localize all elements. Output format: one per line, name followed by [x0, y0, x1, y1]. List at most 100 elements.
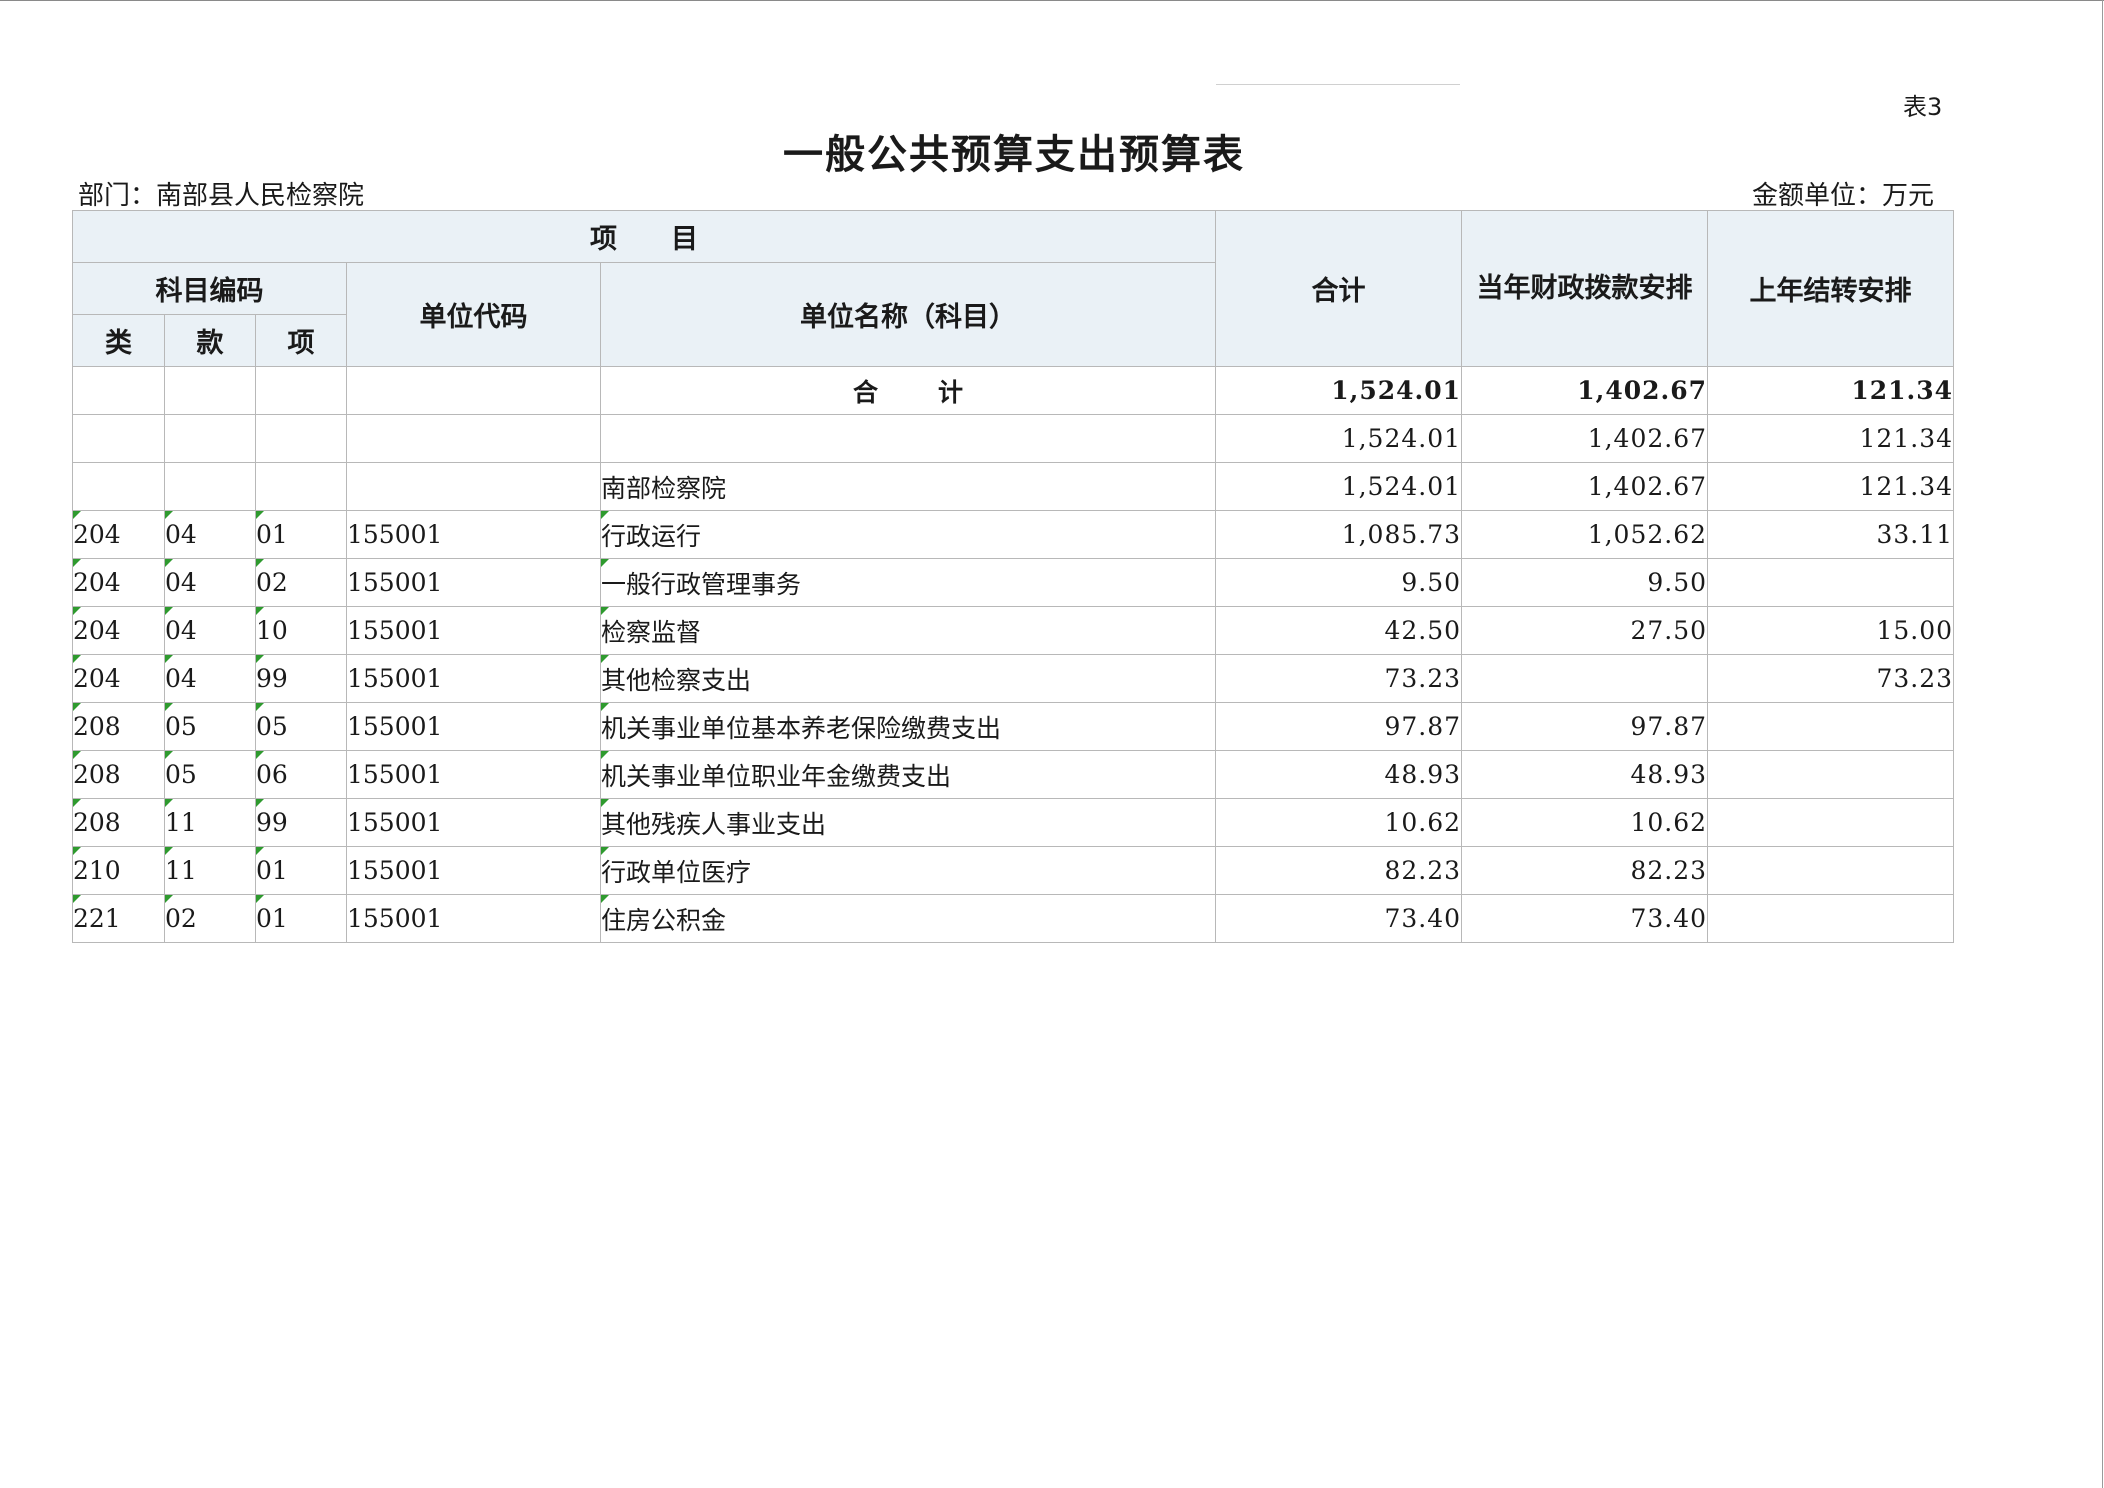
department-label: 部门：南部县人民检察院: [78, 181, 365, 211]
top-border-line: [0, 0, 2104, 1]
cell-total: 73.40: [1215, 894, 1463, 943]
text-format-flag-icon: [256, 799, 264, 807]
header-project: 项 目: [71, 210, 1217, 263]
cell-total: 97.87: [1215, 702, 1463, 751]
text-format-flag-icon: [73, 799, 81, 807]
cell-total: 10.62: [1215, 798, 1463, 847]
text-format-flag-icon: [256, 511, 264, 519]
cell-unit-code: 155001: [346, 606, 601, 655]
header-total: 合计: [1215, 210, 1463, 367]
cell-lei: 208: [72, 702, 165, 751]
cell-carry: [1707, 750, 1955, 799]
cell-current: 48.93: [1461, 750, 1709, 799]
text-format-flag-icon: [601, 655, 609, 663]
table-row: 1,524.01 1,402.67 121.34: [72, 414, 1955, 463]
total-amount: 1,524.01: [1215, 366, 1463, 415]
cell-kuan: 11: [164, 846, 256, 895]
header-subject-code: 科目编码: [72, 262, 347, 315]
text-format-flag-icon: [73, 895, 81, 903]
cell-current: 1,402.67: [1461, 414, 1709, 463]
text-format-flag-icon: [165, 559, 173, 567]
table-row: 204 04 01 155001 行政运行 1,085.73 1,052.62 33.11: [72, 510, 1955, 559]
text-format-flag-icon: [601, 511, 609, 519]
amount-unit-label: 金额单位：万元: [1752, 181, 1935, 211]
text-format-flag-icon: [165, 847, 173, 855]
cell-unit-name: 其他残疾人事业支出: [599, 798, 1217, 847]
table-row: 南部检察院 1,524.01 1,402.67 121.34: [72, 462, 1955, 511]
cell-unit-code: [346, 462, 601, 511]
header-kuan: 款: [164, 314, 256, 367]
cell-kuan: 02: [164, 894, 256, 943]
text-format-flag-icon: [73, 655, 81, 663]
text-format-flag-icon: [256, 559, 264, 567]
total-current: 1,402.67: [1461, 366, 1709, 415]
text-format-flag-icon: [601, 607, 609, 615]
cell-unit-code: 155001: [346, 654, 601, 703]
table-row: 204 04 02 155001 一般行政管理事务 9.50 9.50: [72, 558, 1955, 607]
cell-kuan: 04: [164, 510, 256, 559]
cell-kuan: 04: [164, 558, 256, 607]
text-format-flag-icon: [256, 895, 264, 903]
cell-total: 82.23: [1215, 846, 1463, 895]
cell-xiang: [255, 414, 347, 463]
text-format-flag-icon: [601, 703, 609, 711]
cell-unit-name: [599, 414, 1217, 463]
cell-xiang: 01: [255, 510, 347, 559]
text-format-flag-icon: [601, 895, 609, 903]
cell-current: 73.40: [1461, 894, 1709, 943]
cell-current: 10.62: [1461, 798, 1709, 847]
cell-carry: [1707, 558, 1955, 607]
cell-carry: 73.23: [1707, 654, 1955, 703]
cell-xiang: 99: [255, 654, 347, 703]
cell-total: 42.50: [1215, 606, 1463, 655]
cell-kuan: [164, 462, 256, 511]
cell-unit-code: 155001: [346, 702, 601, 751]
cell-lei: [72, 414, 165, 463]
cell-lei: 221: [72, 894, 165, 943]
cell-xiang: 02: [255, 558, 347, 607]
header-current-year: 当年财政拨款安排: [1461, 210, 1709, 367]
total-carry: 121.34: [1707, 366, 1955, 415]
cell-carry: 121.34: [1707, 462, 1955, 511]
text-format-flag-icon: [601, 847, 609, 855]
header-unit-name: 单位名称（科目）: [599, 262, 1217, 367]
page-title: 一般公共预算支出预算表: [783, 131, 1245, 178]
cell-unit-name: 其他检察支出: [599, 654, 1217, 703]
text-format-flag-icon: [165, 655, 173, 663]
cell-kuan: 05: [164, 702, 256, 751]
table-row: 204 04 10 155001 检察监督 42.50 27.50 15.00: [72, 606, 1955, 655]
cell-xiang: 10: [255, 606, 347, 655]
cell-carry: [1707, 846, 1955, 895]
cell-kuan: [164, 414, 256, 463]
cell-unit-code: 155001: [346, 798, 601, 847]
cell-unit-name: 住房公积金: [599, 894, 1217, 943]
total-row: 合计 1,524.01 1,402.67 121.34: [72, 366, 1955, 415]
cell-xiang: 05: [255, 702, 347, 751]
cell-total: 1,524.01: [1215, 414, 1463, 463]
cell-lei: [72, 462, 165, 511]
cell-lei: 210: [72, 846, 165, 895]
cell-unit-name: 南部检察院: [599, 462, 1217, 511]
text-format-flag-icon: [256, 655, 264, 663]
cell-unit-name: 机关事业单位职业年金缴费支出: [599, 750, 1217, 799]
text-format-flag-icon: [256, 607, 264, 615]
table-row: 208 11 99 155001 其他残疾人事业支出 10.62 10.62: [72, 798, 1955, 847]
header-last-year: 上年结转安排: [1707, 210, 1955, 367]
cell-total: 73.23: [1215, 654, 1463, 703]
cell-carry: 33.11: [1707, 510, 1955, 559]
cell-unit-code: 155001: [346, 510, 601, 559]
text-format-flag-icon: [601, 559, 609, 567]
text-format-flag-icon: [165, 511, 173, 519]
table-number: 表3: [1903, 93, 1943, 121]
header-lei: 类: [72, 314, 165, 367]
text-format-flag-icon: [165, 607, 173, 615]
faint-separator: [1216, 84, 1460, 85]
cell-unit-name: 行政单位医疗: [599, 846, 1217, 895]
cell-total: 48.93: [1215, 750, 1463, 799]
cell-unit-code: [346, 414, 601, 463]
cell-unit-name: 机关事业单位基本养老保险缴费支出: [599, 702, 1217, 751]
cell-lei: 208: [72, 750, 165, 799]
cell-lei: 204: [72, 606, 165, 655]
cell-xiang: [255, 462, 347, 511]
cell-lei: 208: [72, 798, 165, 847]
